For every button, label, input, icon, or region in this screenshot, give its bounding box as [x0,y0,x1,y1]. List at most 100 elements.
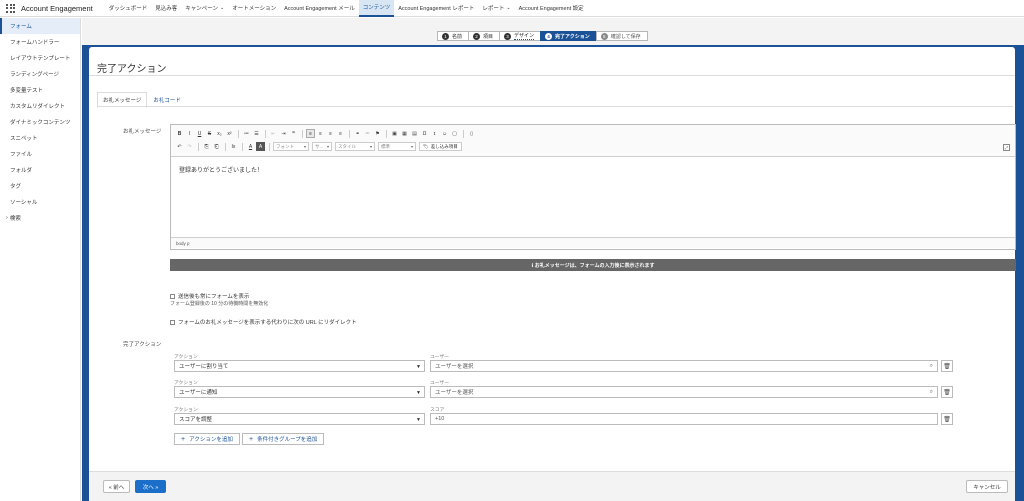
sidebar-item-custom-redirects[interactable]: カスタムリダイレクト [0,98,80,114]
align-justify-icon[interactable]: ≡ [336,129,345,138]
font-select[interactable]: フォント ▾ [273,142,309,151]
delete-action-button[interactable]: 🗑 [941,360,953,372]
text-color-icon[interactable]: A [246,142,255,151]
chevron-down-icon: ▾ [303,144,306,149]
horizontal-line-icon[interactable]: ▤ [410,129,419,138]
link-icon[interactable]: ⚭ [353,129,362,138]
info-bar: ℹ お礼メッセージは、フォームの入力後に表示されます [170,259,1016,271]
subscript-icon[interactable]: x₂ [215,129,224,138]
step-design[interactable]: 3 デザイン [499,31,542,41]
background-color-icon[interactable]: A [256,142,265,151]
app-launcher-icon[interactable] [6,3,15,13]
paste-text-icon[interactable]: ⎗ [212,142,221,151]
editor-content[interactable]: 登録ありがとうございました！ [171,157,1015,237]
chevron-down-icon[interactable]: ⌄ [506,5,510,11]
nav-item-content[interactable]: コンテンツ [358,0,395,17]
superscript-icon[interactable]: x² [225,129,234,138]
bulleted-list-icon[interactable]: ☰ [252,129,261,138]
format-select[interactable]: 標準 ▾ [378,142,416,151]
add-conditional-group-label: 条件付きグループを追加 [257,437,318,443]
plus-icon: + [181,435,186,443]
sidebar-item-search[interactable]: › 検索 [0,210,80,226]
emoji-icon[interactable]: ☺ [440,129,449,138]
user-lookup-input[interactable]: ユーザーを選択 ⌕ [430,386,938,398]
font-size-select[interactable]: サ... ▾ [312,142,332,151]
iframe-icon[interactable]: ɪ [430,129,439,138]
widget-icon[interactable]: ▢ [450,129,459,138]
next-button[interactable]: 次へ » [135,480,166,493]
step-name[interactable]: 1 名前 [437,31,470,41]
user-lookup-input[interactable]: ユーザーを選択 ⌕ [430,360,938,372]
trash-icon: 🗑 [943,389,951,396]
nav-item-label: オートメーション [232,6,277,12]
italic-icon[interactable]: I [185,129,194,138]
remove-format-icon[interactable]: Ix [229,142,238,151]
sidebar-item-landing-pages[interactable]: ランディングページ [0,66,80,82]
nav-item-ae-settings[interactable]: Account Engagement 設定 [515,0,588,17]
image-icon[interactable]: ▣ [390,129,399,138]
anchor-flag-icon[interactable]: ⚑ [373,129,382,138]
align-center-icon[interactable]: ≡ [316,129,325,138]
add-conditional-group-button[interactable]: + 条件付きグループを追加 [242,433,325,445]
merge-field-button[interactable]: 🏷 差し込み項目 [419,142,462,151]
delete-action-button[interactable]: 🗑 [941,386,953,398]
sidebar-item-folders[interactable]: フォルダ [0,162,80,178]
nav-item-prospects[interactable]: 見込み客 [151,0,181,17]
font-size-label: サ... [315,143,324,149]
sidebar-item-files[interactable]: ファイル [0,146,80,162]
nav-item-reports[interactable]: レポート ⌄ [478,0,514,17]
nav-item-ae-email[interactable]: Account Engagement メール [280,0,359,17]
add-action-button[interactable]: + アクションを追加 [174,433,240,445]
undo-icon[interactable]: ↶ [175,142,184,151]
numbered-list-icon[interactable]: ≔ [242,129,251,138]
maximize-icon[interactable]: ⤢ [1003,144,1010,151]
special-char-icon[interactable]: Ω [420,129,429,138]
redo-icon[interactable]: ↷ [185,142,194,151]
step-fields[interactable]: 2 項目 [468,31,501,41]
style-select[interactable]: スタイル ▾ [335,142,375,151]
indent-icon[interactable]: ⇥ [279,129,288,138]
action-select[interactable]: ユーザーに通知 ▼ [174,386,425,398]
show-form-again-checkbox[interactable] [170,293,175,299]
align-left-icon[interactable]: ≡ [306,129,315,138]
step-completion-actions[interactable]: 4 完了アクション [540,31,597,41]
sidebar-item-layout-templates[interactable]: レイアウトテンプレート [0,50,80,66]
nav-item-campaigns[interactable]: キャンペーン ⌄ [181,0,228,17]
source-icon[interactable]: ▯ [467,129,476,138]
sidebar-item-snippets[interactable]: スニペット [0,130,80,146]
sidebar-item-social[interactable]: ソーシャル [0,194,80,210]
step-confirm-save[interactable]: 5 確認して保存 [595,31,648,41]
sidebar-item-form-handlers[interactable]: フォームハンドラー [0,34,80,50]
align-right-icon[interactable]: ≡ [326,129,335,138]
show-form-again-option[interactable]: 送信後も常にフォームを表示 [170,292,249,300]
score-input[interactable]: +10 [430,413,938,425]
nav-item-dashboard[interactable]: ダッシュボード [105,0,152,17]
action-select[interactable]: スコアを調整 ▼ [174,413,425,425]
strikethrough-icon[interactable]: S [205,129,214,138]
outdent-icon[interactable]: ⇤ [269,129,278,138]
chevron-down-icon: ▼ [416,364,421,370]
bold-icon[interactable]: B [175,129,184,138]
action-select[interactable]: ユーザーに割り当て ▼ [174,360,425,372]
blockquote-icon[interactable]: ❞ [289,129,298,138]
delete-action-button[interactable]: 🗑 [941,413,953,425]
back-button[interactable]: « 前へ [103,480,130,493]
redirect-checkbox[interactable] [170,319,175,325]
cancel-button[interactable]: キャンセル [966,480,1008,493]
sidebar-item-tags[interactable]: タグ [0,178,80,194]
nav-item-ae-reports[interactable]: Account Engagement レポート [394,0,478,17]
toolbar-separator [349,129,350,138]
unlink-icon[interactable]: ⚮ [363,129,372,138]
nav-item-automation[interactable]: オートメーション [228,0,280,17]
rich-text-editor: B I U S x₂ x² ≔ ☰ ⇤ ⇥ ❞ ≡ ≡ ≡ ≡ ⚭ ⚮ ⚑ ▣ … [170,124,1016,250]
sidebar-item-forms[interactable]: フォーム [0,18,80,34]
sidebar-item-multivariate-tests[interactable]: 多変量テスト [0,82,80,98]
redirect-option[interactable]: フォームのお礼メッセージを表示する代わりに次の URL にリダイレクト [170,318,357,326]
divider [89,75,1015,76]
paste-icon[interactable]: ⎘ [202,142,211,151]
sidebar-item-dynamic-content[interactable]: ダイナミックコンテンツ [0,114,80,130]
table-icon[interactable]: ▦ [400,129,409,138]
underline-icon[interactable]: U [195,129,204,138]
chevron-down-icon: ▼ [416,390,421,396]
chevron-down-icon[interactable]: ⌄ [220,5,224,11]
